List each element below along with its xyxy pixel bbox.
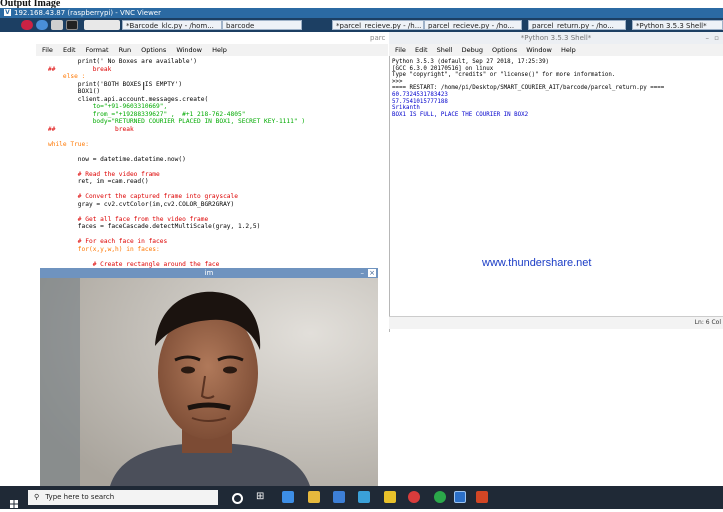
webcam-minimize-icon[interactable]: – <box>361 268 365 278</box>
raspberry-menu-icon[interactable] <box>21 20 33 30</box>
code-line: for(x,y,w,h) in faces: <box>48 245 160 253</box>
shell-menu-debug[interactable]: Debug <box>462 46 483 54</box>
code-line: client.api.account.messages.create( <box>48 95 209 103</box>
search-placeholder: Type here to search <box>45 493 115 501</box>
editor-menu-bar: File Edit Format Run Options Window Help <box>36 44 388 56</box>
shell-line: 60.7324531783423 <box>392 92 448 98</box>
text-cursor: I <box>142 80 146 93</box>
webcam-frame <box>40 268 378 486</box>
menu-format[interactable]: Format <box>86 46 109 54</box>
code-line: now = datetime.datetime.now() <box>48 155 186 163</box>
code-line: ## break <box>48 125 134 133</box>
shell-menu-window[interactable]: Window <box>526 46 552 54</box>
line-col-indicator: Ln: 6 Col <box>694 319 721 326</box>
terminal-icon[interactable] <box>66 20 78 30</box>
file-manager-icon[interactable] <box>51 20 63 30</box>
shell-menu-bar: File Edit Shell Debug Options Window Hel… <box>389 44 723 56</box>
shell-status-bar: Ln: 6 Col <box>389 316 723 329</box>
vnc-title-bar: V 192.168.43.87 (raspberrypi) - VNC Viewe… <box>0 8 723 18</box>
cortana-icon[interactable] <box>232 493 243 504</box>
pi-task-parcel-return[interactable]: parcel_return.py - /ho... <box>528 20 626 30</box>
shell-title: *Python 3.5.3 Shell* <box>520 34 592 42</box>
shell-line: Srikanth <box>392 105 420 112</box>
editor-title-fragment: parc <box>370 34 386 42</box>
webcam-title-bar: im – × <box>40 268 378 278</box>
menu-edit[interactable]: Edit <box>63 46 76 54</box>
menu-options[interactable]: Options <box>141 46 166 54</box>
code-line: # Get all face from the video frame <box>48 215 209 223</box>
code-line: body="RETURNED COURIER PLACED IN BOX1, S… <box>48 118 306 125</box>
shell-menu-options[interactable]: Options <box>492 46 517 54</box>
code-line: # Create rectangle around the face <box>48 260 220 268</box>
shell-line: 57.7541015777188 <box>392 98 448 105</box>
code-line: print(' No Boxes are available') <box>48 58 198 65</box>
code-line: ## break <box>48 65 112 73</box>
windows-start-icon[interactable] <box>10 493 18 508</box>
code-line: BOX1() <box>48 88 101 95</box>
shell-line: ==== RESTART: /home/pi/Desktop/SMART_COU… <box>392 85 665 92</box>
shell-line: Python 3.5.3 (default, Sep 27 2018, 17:2… <box>392 59 550 65</box>
pi-task-barcode-folder[interactable]: barcode <box>222 20 302 30</box>
menu-help[interactable]: Help <box>212 46 227 54</box>
code-line: # Convert the captured frame into graysc… <box>48 193 238 200</box>
document-title: Output Image <box>0 0 120 8</box>
pi-taskbar: *Barcode_klc.py - /hom... barcode *parce… <box>0 18 723 32</box>
code-line: # Read the video frame <box>48 170 160 178</box>
maximize-icon[interactable]: ▫ <box>714 32 719 44</box>
webcam-window <box>40 268 378 486</box>
mail-icon[interactable] <box>358 491 370 503</box>
webcam-title: im <box>204 269 214 277</box>
file-explorer-icon[interactable] <box>308 491 320 503</box>
search-icon: ⚲ <box>34 493 40 501</box>
watermark-text: www.thundershare.net <box>482 257 592 269</box>
menu-window[interactable]: Window <box>176 46 202 54</box>
powerpoint-icon[interactable] <box>476 491 488 503</box>
code-line: else : <box>48 73 86 80</box>
pi-task-python-shell[interactable]: *Python 3.5.3 Shell* <box>632 20 723 30</box>
code-line: # For each face in faces <box>48 238 168 245</box>
pi-task-parcel-recieve-1[interactable]: *parcel_recieve.py - /h... <box>332 20 424 30</box>
vnc-title: 192.168.43.87 (raspberrypi) - VNC Viewer <box>14 9 161 17</box>
code-line: while True: <box>48 140 89 148</box>
shell-menu-shell[interactable]: Shell <box>437 46 453 54</box>
shell-line: >>> <box>392 78 403 85</box>
shell-line: Type "copyright", "credits" or "license(… <box>392 72 616 79</box>
blank-task[interactable] <box>84 20 120 30</box>
taskbar-app-icon-1[interactable] <box>282 491 294 503</box>
task-view-icon[interactable]: ⊞ <box>256 491 268 503</box>
store-icon[interactable] <box>333 491 345 503</box>
vnc-viewer-icon[interactable] <box>454 491 466 503</box>
code-line: to="+91-9603310669", <box>48 103 168 110</box>
opera-icon[interactable] <box>408 491 420 503</box>
code-line: from_="+19288339627" , #+1 218-762-4805" <box>48 110 246 118</box>
pi-task-parcel-recieve-2[interactable]: parcel_recieve.py - /ho... <box>424 20 522 30</box>
minimize-icon[interactable]: – <box>706 32 710 44</box>
menu-file[interactable]: File <box>42 46 53 54</box>
shell-menu-edit[interactable]: Edit <box>415 46 428 54</box>
shell-title-bar: *Python 3.5.3 Shell* – ▫ <box>389 32 723 44</box>
lightning-app-icon[interactable] <box>384 491 396 503</box>
code-line: ret, im =cam.read() <box>48 178 149 185</box>
shell-menu-file[interactable]: File <box>395 46 406 54</box>
browser-icon[interactable] <box>36 20 48 30</box>
shell-menu-help[interactable]: Help <box>561 46 576 54</box>
shell-line: BOX1 IS FULL, PLACE THE COURIER IN BOX2 <box>392 111 529 118</box>
vnc-app-icon: V <box>4 9 11 16</box>
windows-search-box[interactable]: ⚲ Type here to search <box>28 490 218 505</box>
code-line: faces = faceCascade.detectMultiScale(gra… <box>48 223 261 230</box>
code-line: print('BOTH BOXES IS EMPTY') <box>48 80 183 88</box>
code-line: gray = cv2.cvtColor(im,cv2.COLOR_BGR2GRA… <box>48 200 235 208</box>
shell-line: [GCC 6.3.0 20170516] on linux <box>392 65 494 72</box>
pi-task-barcode-klc[interactable]: *Barcode_klc.py - /hom... <box>122 20 222 30</box>
webcam-close-icon[interactable]: × <box>368 269 376 277</box>
menu-run[interactable]: Run <box>119 46 131 54</box>
chrome-icon[interactable] <box>434 491 446 503</box>
